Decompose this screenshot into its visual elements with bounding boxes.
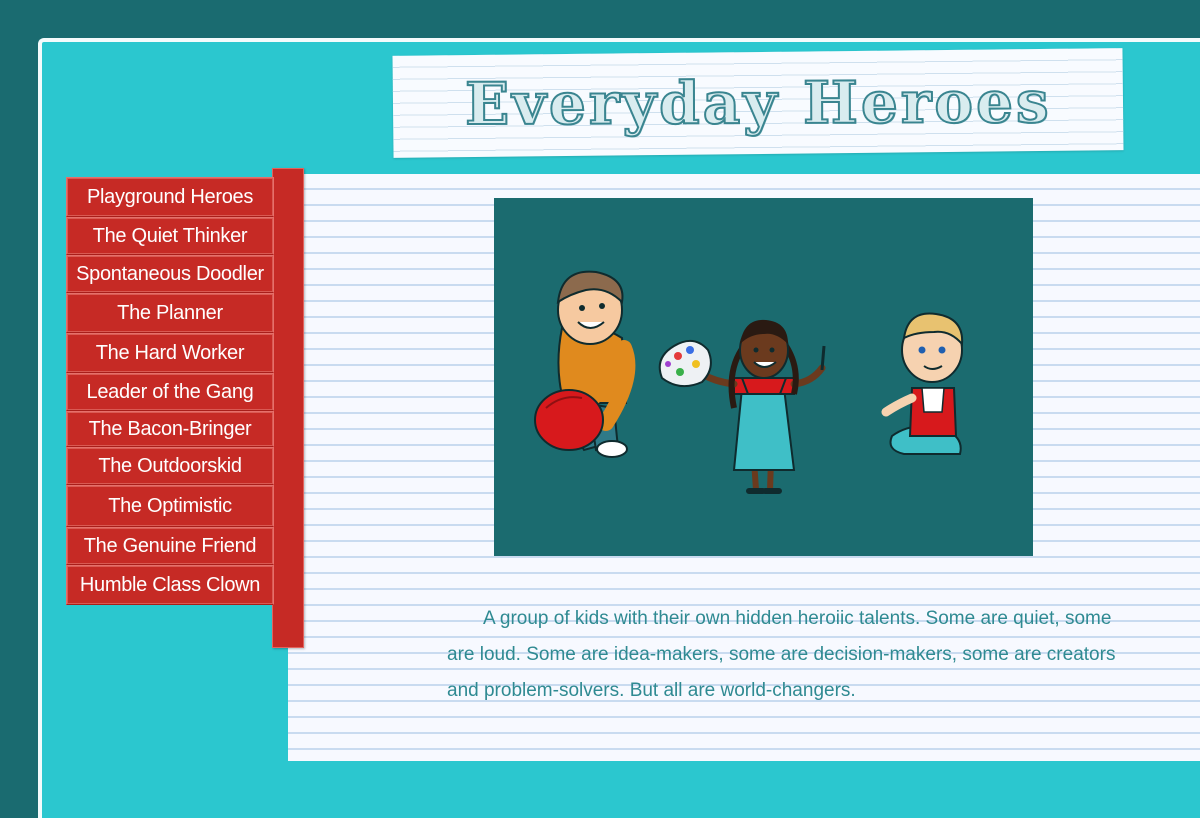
hero-kids-illustration bbox=[494, 198, 1033, 556]
menu-item-quiet-thinker[interactable]: The Quiet Thinker bbox=[66, 217, 274, 255]
menu-item-label: The Planner bbox=[117, 301, 223, 324]
menu-item-playground-heroes[interactable]: Playground Heroes bbox=[66, 177, 274, 217]
menu-item-optimistic[interactable]: The Optimistic bbox=[66, 485, 274, 527]
boy-with-ball-figure bbox=[534, 270, 636, 458]
menu-item-leader-of-the-gang[interactable]: Leader of the Gang bbox=[66, 373, 274, 411]
menu-item-humble-class-clown[interactable]: Humble Class Clown bbox=[66, 565, 274, 605]
menu-item-label: The Genuine Friend bbox=[83, 534, 257, 557]
menu-item-label: The Bacon-Bringer bbox=[88, 417, 252, 440]
menu-item-label: The Optimistic bbox=[108, 494, 232, 517]
kids-drawing bbox=[534, 270, 964, 494]
blond-boy-figure bbox=[881, 312, 964, 455]
menu-item-label: The Quiet Thinker bbox=[92, 224, 248, 247]
girl-with-palette-figure bbox=[658, 319, 826, 494]
intro-description: A group of kids with their own hidden he… bbox=[447, 608, 1116, 701]
menu-item-label: The Hard Worker bbox=[95, 341, 245, 364]
menu-item-planner[interactable]: The Planner bbox=[66, 293, 274, 333]
menu-item-outdoorskid[interactable]: The Outdoorskid bbox=[66, 447, 274, 485]
menu-item-spontaneous-doodler[interactable]: Spontaneous Doodler bbox=[66, 255, 274, 293]
menu-item-genuine-friend[interactable]: The Genuine Friend bbox=[66, 527, 274, 565]
menu-item-label: Spontaneous Doodler bbox=[76, 262, 264, 285]
menu-item-label: Humble Class Clown bbox=[79, 573, 261, 596]
menu-item-hard-worker[interactable]: The Hard Worker bbox=[66, 333, 274, 373]
menu-item-bacon-bringer[interactable]: The Bacon-Bringer bbox=[66, 411, 274, 447]
title-banner: Everyday Heroes bbox=[392, 48, 1124, 158]
page-title: Everyday Heroes bbox=[464, 67, 1053, 139]
menu-item-label: Playground Heroes bbox=[86, 185, 254, 208]
menu-item-label: The Outdoorskid bbox=[98, 454, 242, 477]
menu-tab-spine bbox=[272, 168, 304, 648]
menu-item-label: Leader of the Gang bbox=[86, 380, 254, 403]
hero-menu: Playground Heroes The Quiet Thinker Spon… bbox=[66, 177, 274, 605]
